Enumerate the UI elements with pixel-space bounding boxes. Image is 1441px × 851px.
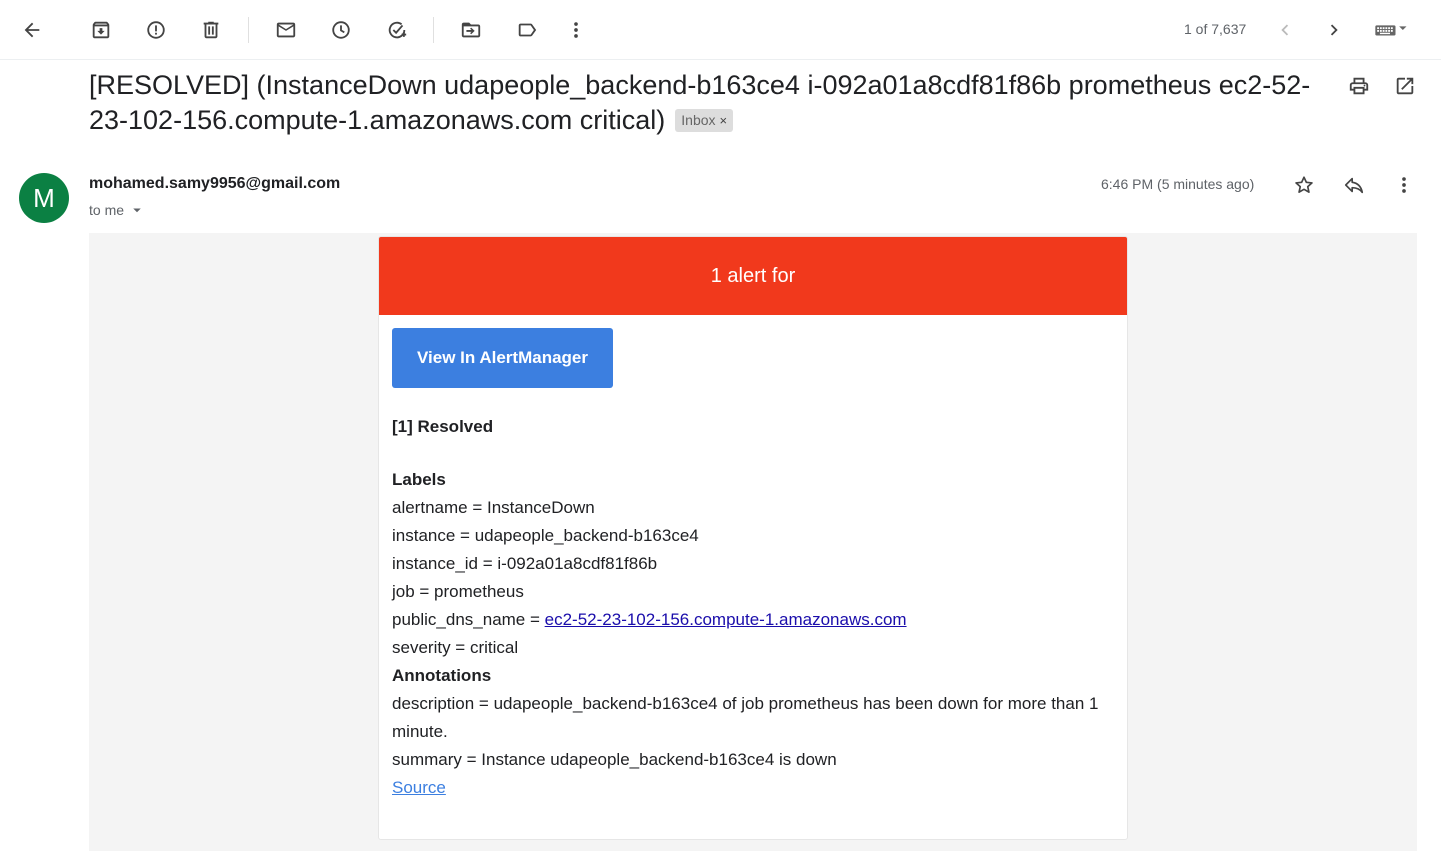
recipients-toggle[interactable]: to me bbox=[89, 201, 146, 219]
delete-button[interactable] bbox=[191, 10, 231, 50]
report-spam-icon bbox=[147, 21, 165, 39]
sender-email[interactable]: mohamed.samy9956@gmail.com bbox=[89, 175, 340, 193]
public-dns-link[interactable]: ec2-52-23-102-156.compute-1.amazonaws.co… bbox=[545, 610, 907, 629]
mark-unread-button[interactable] bbox=[266, 10, 306, 50]
add-task-icon bbox=[388, 21, 407, 39]
label-job: job = prometheus bbox=[392, 582, 524, 601]
alert-body: View In AlertManager [1] Resolved Labels… bbox=[379, 315, 1127, 815]
print-icon bbox=[1349, 77, 1369, 95]
remove-label-icon[interactable]: × bbox=[720, 113, 728, 128]
inbox-label-chip: Inbox × bbox=[675, 109, 734, 132]
message-timestamp: 6:46 PM (5 minutes ago) bbox=[1101, 176, 1255, 192]
label-text: Inbox bbox=[681, 112, 716, 128]
sender-avatar[interactable]: M bbox=[19, 173, 69, 223]
toolbar: 1 of 7,637 bbox=[0, 0, 1441, 60]
label-alertname: alertname = InstanceDown bbox=[392, 498, 595, 517]
move-to-folder-icon bbox=[461, 22, 481, 38]
resolved-title: [1] Resolved bbox=[392, 417, 494, 436]
more-actions-button[interactable] bbox=[556, 10, 596, 50]
toolbar-divider bbox=[433, 17, 434, 43]
labels-heading: Labels bbox=[392, 470, 446, 489]
clock-icon bbox=[332, 21, 350, 39]
older-button[interactable] bbox=[1265, 10, 1305, 50]
arrow-left-icon bbox=[24, 22, 40, 38]
pagination-text: 1 of 7,637 bbox=[1184, 21, 1247, 37]
label-icon bbox=[518, 23, 537, 37]
annotation-summary: summary = Instance udapeople_backend-b16… bbox=[392, 750, 837, 769]
open-in-new-icon bbox=[1396, 77, 1414, 95]
trash-icon bbox=[203, 21, 219, 39]
label-public-dns: public_dns_name = ec2-52-23-102-156.comp… bbox=[392, 606, 1114, 634]
toolbar-divider bbox=[248, 17, 249, 43]
more-vertical-icon bbox=[1402, 177, 1406, 193]
keyboard-icon bbox=[1375, 25, 1407, 36]
open-new-window-button[interactable] bbox=[1392, 73, 1418, 99]
report-spam-button[interactable] bbox=[136, 10, 176, 50]
add-task-button[interactable] bbox=[377, 10, 417, 50]
view-in-alertmanager-button[interactable]: View In AlertManager bbox=[392, 328, 613, 388]
label-instance: instance = udapeople_backend-b163ce4 bbox=[392, 526, 699, 545]
recipients-text: to me bbox=[89, 202, 125, 218]
annotation-description: description = udapeople_backend-b163ce4 … bbox=[392, 694, 1099, 741]
snooze-button[interactable] bbox=[321, 10, 361, 50]
more-vertical-icon bbox=[574, 22, 578, 38]
input-tools-button[interactable] bbox=[1365, 10, 1415, 50]
alert-header: 1 alert for bbox=[379, 237, 1127, 315]
public-dns-prefix: public_dns_name = bbox=[392, 610, 545, 629]
label-button[interactable] bbox=[507, 10, 547, 50]
source-link[interactable]: Source bbox=[392, 778, 446, 797]
star-icon bbox=[1295, 176, 1313, 193]
print-all-button[interactable] bbox=[1346, 73, 1372, 99]
star-button[interactable] bbox=[1291, 172, 1317, 198]
label-instance-id: instance_id = i-092a01a8cdf81f86b bbox=[392, 554, 658, 573]
chevron-left-icon bbox=[1281, 24, 1289, 36]
subject-area: [RESOLVED] (InstanceDown udapeople_backe… bbox=[89, 68, 1319, 138]
archive-button[interactable] bbox=[81, 10, 121, 50]
annotations-heading: Annotations bbox=[392, 666, 492, 685]
archive-icon bbox=[92, 21, 110, 39]
back-button[interactable] bbox=[12, 10, 52, 50]
caret-down-icon bbox=[133, 208, 141, 213]
newer-button[interactable] bbox=[1314, 10, 1354, 50]
move-to-button[interactable] bbox=[451, 10, 491, 50]
chevron-right-icon bbox=[1330, 24, 1338, 36]
reply-icon bbox=[1344, 177, 1364, 194]
reply-button[interactable] bbox=[1341, 172, 1367, 198]
message-more-button[interactable] bbox=[1391, 172, 1417, 198]
mail-icon bbox=[276, 22, 296, 38]
label-severity: severity = critical bbox=[392, 638, 519, 657]
alert-card: 1 alert for View In AlertManager [1] Res… bbox=[378, 236, 1128, 840]
